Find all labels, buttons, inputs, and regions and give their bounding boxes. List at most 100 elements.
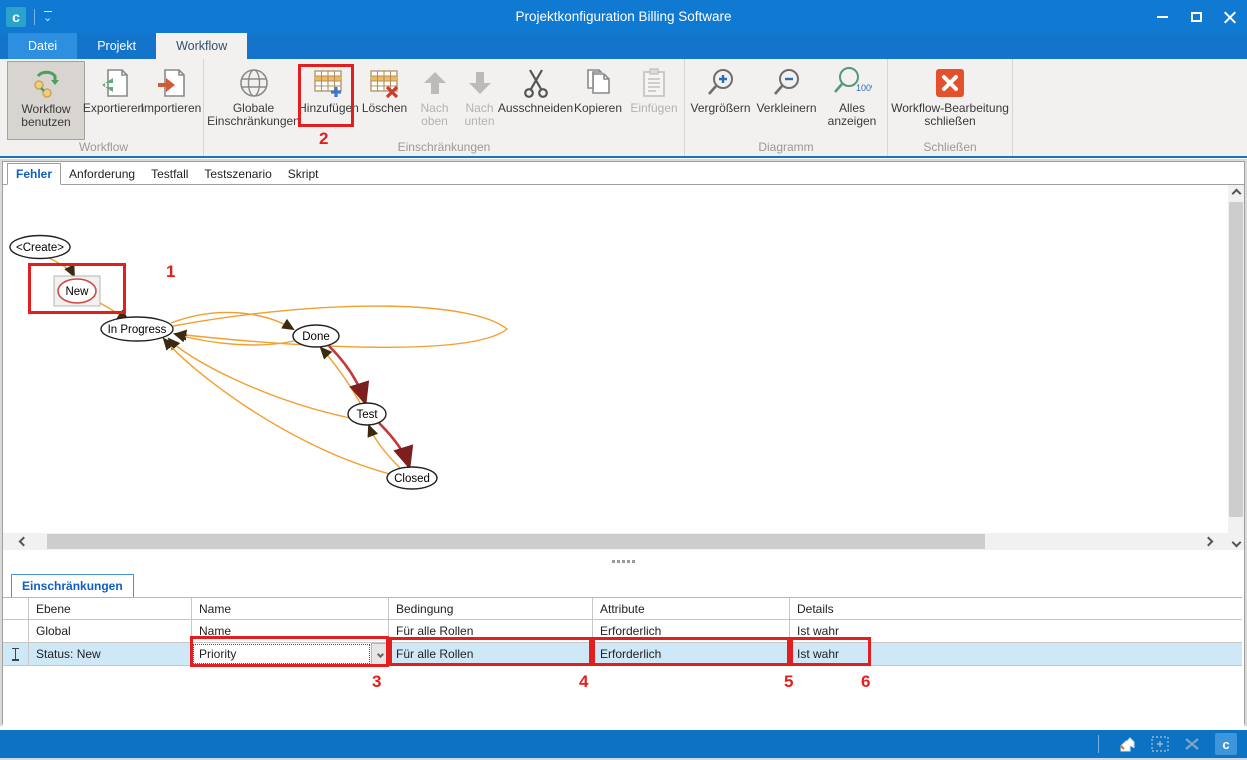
copy-pages-icon[interactable] [1117, 734, 1137, 754]
title-bar: c ⌄ Projektkonfiguration Billing Softwar… [0, 0, 1247, 33]
importieren-button[interactable]: Importieren [142, 61, 200, 140]
panel-splitter[interactable] [3, 550, 1244, 572]
maximize-button[interactable] [1179, 0, 1213, 33]
cell-bedingung[interactable]: Für alle Rollen [389, 620, 593, 642]
ribbon: Workflow benutzen Exportieren Importie [0, 59, 1247, 158]
vertical-scroll-thumb[interactable] [1229, 202, 1243, 517]
tab-datei[interactable]: Datei [8, 33, 77, 59]
statusbar-app-logo-icon[interactable]: c [1215, 733, 1237, 755]
row-selector[interactable] [3, 620, 29, 642]
cell-details[interactable]: Ist wahr [790, 643, 1242, 665]
ribbon-group-label: Einschränkungen [204, 140, 684, 154]
close-icon [1224, 11, 1236, 23]
button-label: Workflow-Bearbeitung schließen [891, 102, 1009, 128]
zoom-100-badge: 100% [856, 83, 872, 93]
export-icon [98, 64, 130, 102]
scissors-icon [521, 64, 551, 102]
node-create[interactable]: <Create> [10, 236, 70, 259]
cell-attribute[interactable]: Erforderlich [593, 620, 790, 642]
tab-einschraenkungen[interactable]: Einschränkungen [11, 574, 134, 597]
combobox-value[interactable]: Priority [193, 644, 370, 664]
annotation-number-4: 4 [579, 672, 588, 692]
table-grid-icon[interactable] [1151, 735, 1169, 753]
kopieren-button[interactable]: Kopieren [569, 61, 627, 140]
alles-anzeigen-button[interactable]: 100% Alles anzeigen [820, 61, 884, 140]
button-label: Alles anzeigen [820, 102, 884, 128]
column-header-details[interactable]: Details [790, 598, 1242, 619]
copy-icon [582, 64, 614, 102]
button-label: Hinzufügen [298, 102, 359, 115]
hinzufuegen-button[interactable]: Hinzufügen [300, 61, 357, 140]
table-row-global[interactable]: Global Name Für alle Rollen Erforderlich… [3, 620, 1242, 643]
minimize-button[interactable] [1145, 0, 1179, 33]
svg-text:Closed: Closed [394, 473, 430, 485]
loeschen-button[interactable]: Löschen [357, 61, 412, 140]
tab-workflow[interactable]: Workflow [156, 33, 247, 59]
maximize-icon [1191, 12, 1202, 22]
annotation-number-2: 2 [319, 129, 328, 149]
ribbon-group-diagramm: Vergrößern Verkleinern 100% Alles anzei [685, 59, 888, 156]
node-test[interactable]: Test [348, 403, 386, 425]
tab-testfall[interactable]: Testfall [143, 164, 196, 184]
scroll-up-arrow[interactable] [1228, 185, 1244, 201]
column-header-name[interactable]: Name [192, 598, 389, 619]
node-new[interactable]: New [58, 279, 96, 303]
column-header-attribute[interactable]: Attribute [593, 598, 790, 619]
exportieren-button[interactable]: Exportieren [85, 61, 142, 140]
table-row-status-new[interactable]: Status: New Priority Für alle Rollen Erf… [3, 643, 1242, 666]
close-button[interactable] [1213, 0, 1247, 33]
zoom-in-icon [705, 64, 737, 102]
scroll-down-arrow[interactable] [1228, 534, 1244, 550]
globe-icon [238, 64, 270, 102]
cell-bedingung[interactable]: Für alle Rollen [389, 643, 593, 665]
horizontal-scrollbar[interactable] [3, 533, 1228, 550]
button-label: Importieren [141, 102, 202, 115]
cell-details[interactable]: Ist wahr [790, 620, 1242, 642]
svg-text:In Progress: In Progress [108, 324, 167, 336]
node-closed[interactable]: Closed [387, 467, 437, 489]
cell-attribute[interactable]: Erforderlich [593, 643, 790, 665]
table-add-icon [312, 64, 346, 102]
workflow-benutzen-button[interactable]: Workflow benutzen [7, 61, 85, 140]
status-bar: c [0, 730, 1247, 758]
workflow-bearbeitung-schliessen-button[interactable]: Workflow-Bearbeitung schließen [891, 61, 1009, 140]
close-x-icon[interactable] [1183, 735, 1201, 753]
import-icon [155, 64, 187, 102]
vergroessern-button[interactable]: Vergrößern [688, 61, 753, 140]
globale-einschraenkungen-button[interactable]: Globale Einschränkungen [207, 61, 300, 140]
svg-text:New: New [65, 286, 89, 298]
verkleinern-button[interactable]: Verkleinern [753, 61, 820, 140]
workflow-diagram-canvas[interactable]: <Create> New In Progress Done Test [3, 185, 1244, 533]
ausschneiden-button[interactable]: Ausschneiden [502, 61, 569, 140]
node-done[interactable]: Done [293, 325, 339, 347]
scroll-left-arrow[interactable] [3, 533, 43, 550]
quick-access-dropdown-icon[interactable]: ⌄ [43, 11, 52, 23]
tab-anforderung[interactable]: Anforderung [61, 164, 143, 184]
divider [34, 9, 35, 25]
statusbar-divider [1098, 735, 1099, 753]
tab-projekt[interactable]: Projekt [77, 33, 156, 59]
app-logo-icon: c [6, 7, 26, 27]
cell-name[interactable]: Name [192, 620, 389, 642]
column-header-ebene[interactable]: Ebene [29, 598, 192, 619]
nach-unten-button: Nach unten [457, 61, 502, 140]
tab-testszenario[interactable]: Testszenario [196, 164, 279, 184]
tab-fehler[interactable]: Fehler [7, 163, 61, 185]
combobox-dropdown-button[interactable] [371, 643, 389, 665]
button-label: Workflow benutzen [8, 103, 84, 129]
row-selector-header [3, 598, 29, 619]
tab-skript[interactable]: Skript [280, 164, 327, 184]
cell-ebene[interactable]: Global [29, 620, 192, 642]
horizontal-scroll-thumb[interactable] [47, 534, 985, 549]
vertical-scrollbar[interactable] [1228, 185, 1244, 550]
edit-cursor-icon [12, 648, 19, 661]
chevron-down-icon [376, 650, 383, 657]
scroll-right-arrow[interactable] [1188, 533, 1228, 550]
row-selector-edit[interactable] [3, 643, 29, 665]
node-in-progress[interactable]: In Progress [101, 317, 173, 341]
cell-ebene[interactable]: Status: New [29, 643, 192, 665]
name-combobox[interactable]: Priority [192, 643, 389, 665]
arrow-up-icon [420, 64, 450, 102]
workflow-icon [30, 65, 62, 103]
column-header-bedingung[interactable]: Bedingung [389, 598, 593, 619]
